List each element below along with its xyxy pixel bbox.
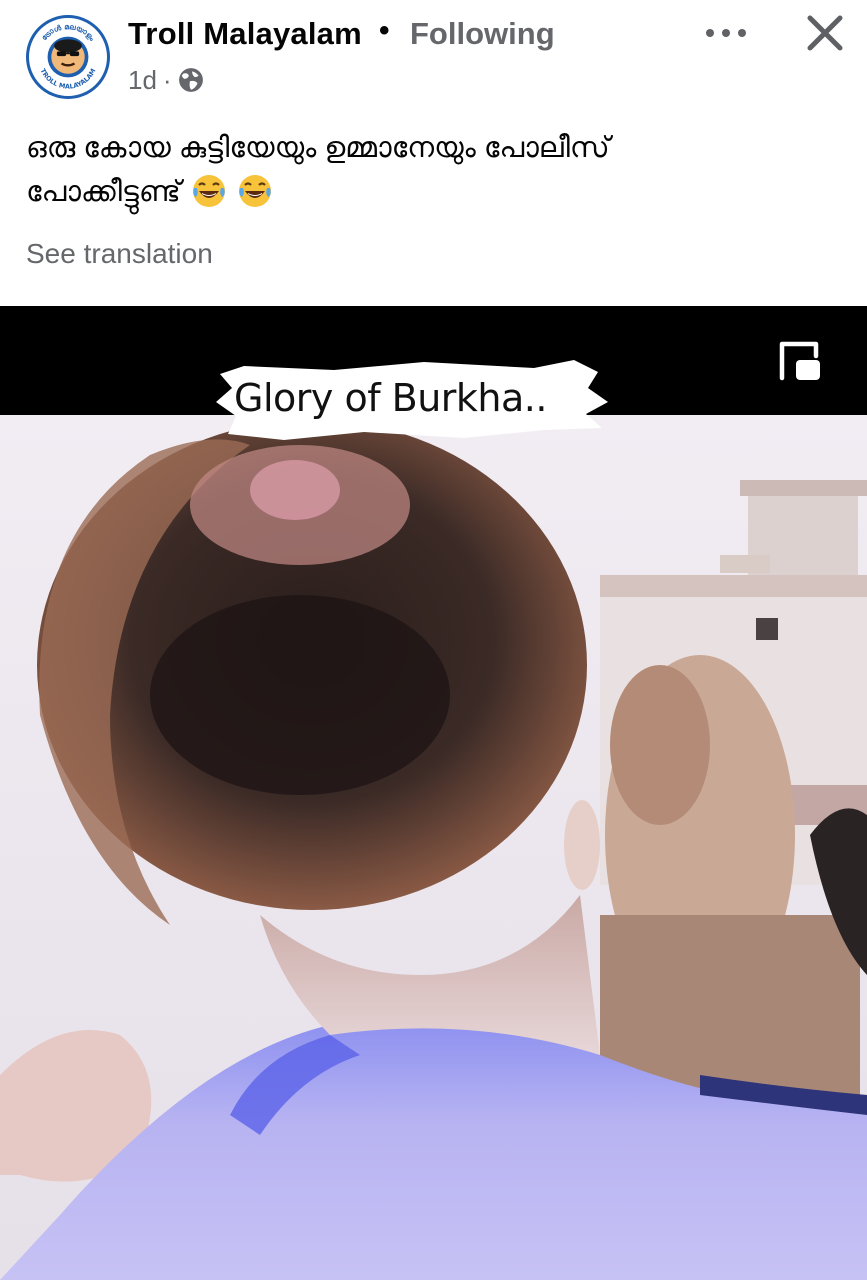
meta-separator: ·: [162, 64, 172, 95]
post-message: ഒരു കോയ കുട്ടിയേയും ഉമ്മാനേയും പോലീസ് പോ…: [26, 126, 826, 214]
close-icon[interactable]: [806, 14, 844, 52]
post-time[interactable]: 1d: [128, 65, 157, 96]
more-options-icon[interactable]: [706, 22, 746, 44]
post-header: ട്രോൾ മലയാളം TROLL MALAYALAM Troll Malay…: [0, 0, 867, 110]
post-viewer: ട്രോൾ മലയാളം TROLL MALAYALAM Troll Malay…: [0, 0, 867, 1280]
laughing-tears-emoji-icon: [191, 173, 227, 209]
post-text-line-1: ഒരു കോയ കുട്ടിയേയും ഉമ്മാനേയും പോലീസ്: [26, 132, 610, 164]
video-caption: Glory of Burkha..: [214, 358, 610, 442]
globe-icon: [178, 68, 203, 92]
following-button[interactable]: Following: [410, 16, 555, 52]
page-avatar[interactable]: ട്രോൾ മലയാളം TROLL MALAYALAM: [26, 15, 110, 99]
page-name-link[interactable]: Troll Malayalam: [128, 16, 362, 52]
post-text-line-2: പോക്കീട്ടുണ്ട്: [26, 176, 181, 208]
video-caption-text: Glory of Burkha..: [234, 376, 547, 420]
post-video[interactable]: Glory of Burkha..: [0, 306, 867, 1280]
picture-in-picture-icon[interactable]: [776, 338, 822, 382]
post-meta: 1d ·: [128, 64, 204, 96]
laughing-tears-emoji-icon: [237, 173, 273, 209]
video-frame: [0, 415, 867, 1280]
header-separator: •: [379, 14, 390, 47]
see-translation-link[interactable]: See translation: [26, 238, 213, 270]
